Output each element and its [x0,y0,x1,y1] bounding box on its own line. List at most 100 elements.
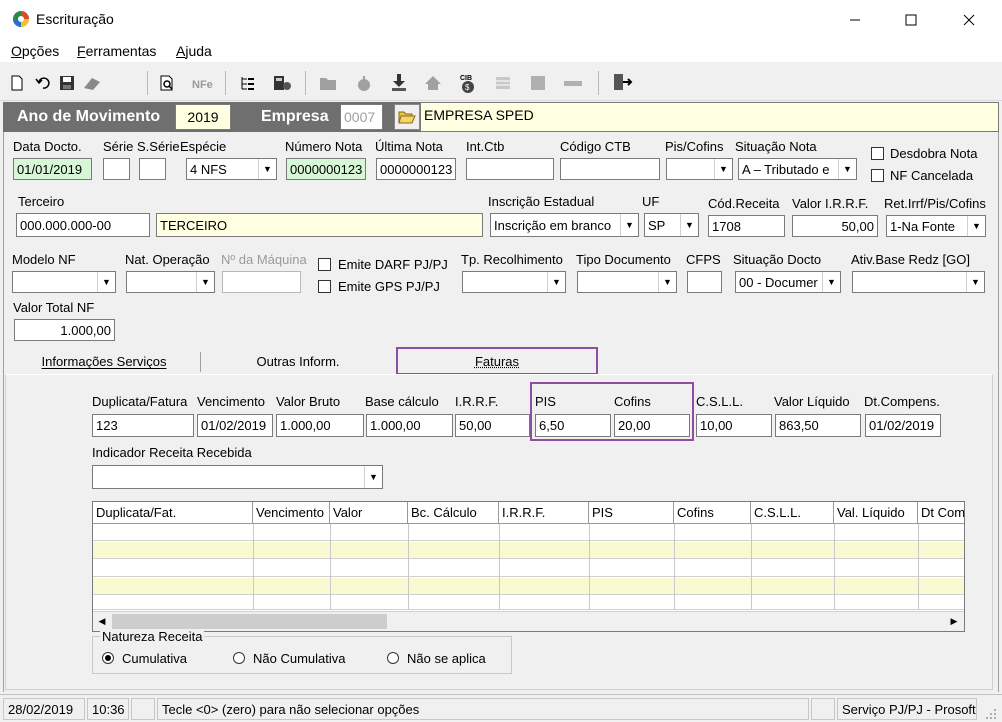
grid-header-bc-calculo[interactable]: Bc. Cálculo [408,502,499,524]
faturas-grid[interactable]: Duplicata/Fat. Vencimento Valor Bc. Cálc… [92,501,965,632]
irrf-field[interactable]: 50,00 [455,414,530,437]
close-button[interactable] [946,0,992,40]
grid-col-line [589,524,590,610]
nat-operacao-select[interactable]: ▼ [126,271,215,293]
inscricao-estadual-value: Inscrição em branco [494,217,612,233]
eraser-icon [84,78,100,90]
grid-header-dt-com[interactable]: Dt Com [918,502,964,524]
radio-nao-cumulativa[interactable] [233,652,245,664]
tp-recolhimento-select[interactable]: ▼ [462,271,566,293]
valor-total-field[interactable]: 1.000,00 [14,319,115,341]
situacao-docto-select[interactable]: 00 - Documer ▼ [735,271,841,293]
radio-cumulativa[interactable] [102,652,114,664]
valor-bruto-field[interactable]: 1.000,00 [276,414,364,437]
ultima-nota-field[interactable]: 0000000123 [376,158,456,180]
pis-cofins-highlight [530,382,694,441]
save-button[interactable] [55,71,79,95]
radio-nao-se-aplica[interactable] [387,652,399,664]
numero-nota-field[interactable]: 0000000123 [286,158,366,180]
ret-irrf-select[interactable]: 1-Na Fonte ▼ [886,215,986,237]
menu-ajuda-accel: A [176,43,186,59]
new-document-button[interactable] [5,71,29,95]
apple-button[interactable] [352,71,376,95]
empresa-code-field[interactable]: 0007 [340,104,383,130]
codigo-ctb-field[interactable] [560,158,660,180]
grid-header-csll[interactable]: C.S.L.L. [751,502,834,524]
block-button[interactable] [526,71,550,95]
maximize-button[interactable] [888,0,934,40]
calculator-button[interactable] [270,71,294,95]
grid-header-valor[interactable]: Valor [330,502,408,524]
duplicata-field[interactable]: 123 [92,414,194,437]
grid-header-duplicata[interactable]: Duplicata/Fat. [93,502,253,524]
indicador-receita-select[interactable]: ▼ [92,465,383,489]
chevron-down-icon: ▼ [838,159,856,179]
empresa-name-field[interactable]: EMPRESA SPED [420,102,999,132]
tab-informacoes-servicos[interactable]: Informações Serviços [8,348,200,374]
toolbar-separator [147,71,148,95]
emite-darf-checkbox[interactable] [318,258,331,271]
base-calculo-field[interactable]: 1.000,00 [366,414,453,437]
grid-header-irrf[interactable]: I.R.R.F. [499,502,589,524]
exit-button[interactable] [610,71,634,95]
menu-ajuda[interactable]: Ajuda [176,43,212,59]
open-empresa-button[interactable] [394,104,420,130]
svg-text:CIB: CIB [460,75,472,82]
folder-button[interactable] [316,71,340,95]
int-ctb-field[interactable] [466,158,554,180]
menu-ferramentas[interactable]: Ferramentas [77,43,156,59]
terceiro-doc-field[interactable]: 000.000.000-00 [16,213,150,237]
tab-label: Outras Inform. [256,353,340,369]
grid-header-cofins[interactable]: Cofins [674,502,751,524]
uf-select[interactable]: SP ▼ [644,213,699,237]
menu-opcoes[interactable]: Opções [11,43,59,59]
home-button[interactable] [421,71,445,95]
cfps-field[interactable] [687,271,722,293]
situacao-nota-select[interactable]: A – Tributado e ▼ [738,158,857,180]
indicador-receita-label: Indicador Receita Recebida [92,445,252,460]
pis-cofins-select[interactable]: ▼ [666,158,733,180]
serie-field[interactable] [103,158,130,180]
inscricao-estadual-select[interactable]: Inscrição em branco ▼ [490,213,639,237]
horizontal-scrollbar[interactable]: ◀ ▶ [93,611,964,631]
vencimento-field[interactable]: 01/02/2019 [197,414,273,437]
undo-button[interactable] [31,71,55,95]
valor-liquido-field[interactable]: 863,50 [775,414,861,437]
grid-header-vencimento[interactable]: Vencimento [253,502,330,524]
data-docto-field[interactable]: 01/01/2019 [13,158,92,180]
tipo-documento-select[interactable]: ▼ [577,271,677,293]
money-bag-button[interactable]: CIB $ [456,71,480,95]
grid-button[interactable] [491,71,515,95]
tab-outras-inform[interactable]: Outras Inform. [202,348,394,374]
desdobra-nota-checkbox[interactable] [871,147,884,160]
terceiro-name-field[interactable]: TERCEIRO [156,213,483,237]
grid-lines-icon [496,77,510,89]
nf-cancelada-checkbox[interactable] [871,169,884,182]
grid-col-line [751,524,752,610]
ativ-base-select[interactable]: ▼ [852,271,985,293]
emite-gps-checkbox[interactable] [318,280,331,293]
tree-view-button[interactable] [235,71,259,95]
dt-compens-field[interactable]: 01/02/2019 [865,414,941,437]
sserie-field[interactable] [139,158,166,180]
chevron-down-icon: ▼ [364,466,382,488]
especie-select[interactable]: 4 NFS ▼ [186,158,277,180]
delete-button[interactable] [80,71,104,95]
grid-header-val-liquido[interactable]: Val. Líquido [834,502,918,524]
grid-col-line [674,524,675,610]
import-button[interactable] [387,71,411,95]
minimize-button[interactable] [832,0,878,40]
scroll-thumb[interactable] [112,614,387,629]
modelo-nf-select[interactable]: ▼ [12,271,116,293]
nfe-button[interactable]: NFe [190,71,214,95]
minus-button[interactable] [561,71,585,95]
n-maquina-field[interactable] [222,271,301,293]
ano-movimento-field[interactable]: 2019 [175,104,231,130]
preview-button[interactable] [155,71,179,95]
valor-irrf-field[interactable]: 50,00 [792,215,878,237]
resize-grip-icon[interactable] [984,707,998,721]
grid-header-pis[interactable]: PIS [589,502,674,524]
scroll-right-button[interactable]: ▶ [945,612,963,631]
cod-receita-field[interactable]: 1708 [708,215,785,237]
csll-field[interactable]: 10,00 [696,414,772,437]
